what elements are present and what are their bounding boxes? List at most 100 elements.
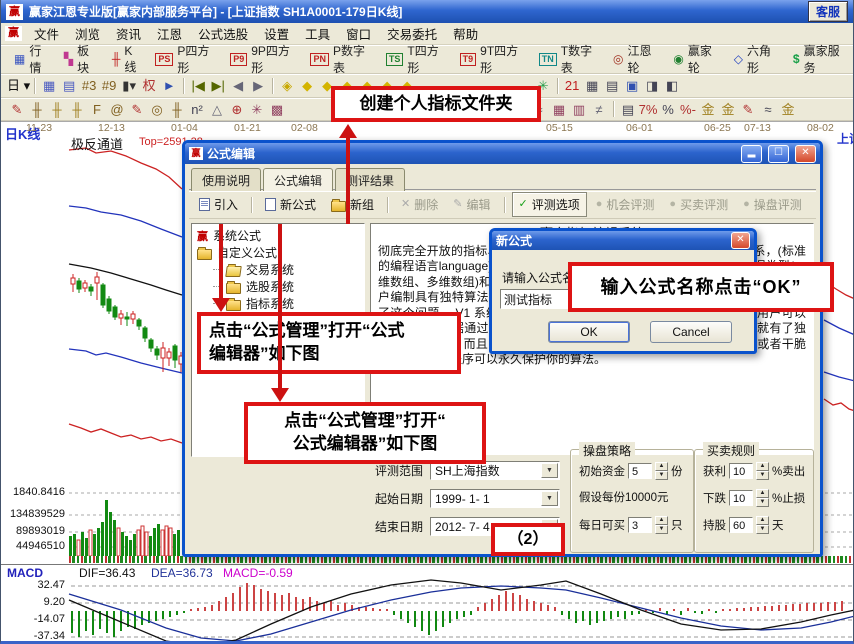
tb2-icon-16[interactable]: ◆ [297,76,317,95]
rules-group-value-1[interactable]: 10 [729,490,753,506]
maximize-button[interactable]: ☐ [768,145,789,163]
tb3-icon-29[interactable]: 金 [778,100,798,119]
rules-group-value-2[interactable]: 60 [729,517,753,533]
tb2-icon-12[interactable]: ◀ [228,76,248,95]
combo-1[interactable]: 1999- 1- 1▼ [430,489,560,508]
tb3-icon-24[interactable]: %- [678,100,698,119]
tb1-item-0[interactable]: ▦行情 [9,40,56,78]
tb1-icon-5: PN [310,53,329,66]
tb3-icon-4[interactable]: F [87,100,107,119]
tb2-icon-4[interactable]: #3 [79,76,99,95]
tb2-icon-8[interactable]: ► [159,76,179,95]
tb1-icon-0: ▦ [14,52,25,66]
tb1-item-3[interactable]: PSP四方形 [150,40,222,78]
tb2-icon-27[interactable]: ▤ [602,76,622,95]
tb3-icon-2[interactable]: ╫ [47,100,67,119]
tb3-icon-11[interactable]: ⊕ [227,100,247,119]
tb3-icon-8[interactable]: ╫ [167,100,187,119]
spinner-control[interactable]: ▲▼ [756,489,769,507]
tb2-icon-29[interactable]: ◨ [642,76,662,95]
tb2-icon-13[interactable]: ▶ [248,76,268,95]
editor-toolbar-button-1[interactable]: 新公式 [259,193,322,216]
tb3-icon-21[interactable]: ▤ [618,100,638,119]
support-button[interactable]: 客服 [808,1,848,22]
tb3-icon-17[interactable]: ▦ [549,100,569,119]
spinner-down-icon[interactable]: ▼ [756,471,769,480]
spinner-control[interactable]: ▲▼ [756,462,769,480]
tb3-icon-5[interactable]: @ [107,100,127,119]
spinner-up-icon[interactable]: ▲ [756,489,769,498]
spinner-up-icon[interactable]: ▲ [655,516,668,525]
tb3-icon-18[interactable]: ▥ [569,100,589,119]
spinner-up-icon[interactable]: ▲ [756,462,769,471]
tb2-icon-5[interactable]: #9 [99,76,119,95]
tb2-icon-26[interactable]: ▦ [582,76,602,95]
close-icon[interactable]: ✕ [731,232,750,249]
tb1-item-8[interactable]: TNT数字表 [534,40,605,78]
editor-toolbar-button-2[interactable]: 新组 [325,193,380,216]
tb3-icon-26[interactable]: 金 [718,100,738,119]
minimize-button[interactable]: ▂ [741,145,762,163]
spinner-down-icon[interactable]: ▼ [655,525,668,534]
spinner-up-icon[interactable]: ▲ [756,516,769,525]
tb2-icon-0[interactable]: 日 ▾ [7,76,30,95]
tb1-item-6[interactable]: TST四方形 [381,40,452,78]
spinner-control[interactable]: ▲▼ [655,462,668,480]
tb3-icon-6[interactable]: ✎ [127,100,147,119]
close-icon[interactable]: ✕ [795,145,816,163]
dialog-titlebar[interactable]: 新公式 ✕ [492,231,754,250]
tb1-item-5[interactable]: PNP数字表 [305,40,377,78]
tb3-icon-3[interactable]: ╫ [67,100,87,119]
tb3-icon-19[interactable]: ≠ [589,100,609,119]
editor-toolbar-disabled-button-8: ●操盘评测 [737,193,808,216]
tb3-icon-22[interactable]: 7% [638,100,658,119]
tb1-item-2[interactable]: ╫K线 [107,42,148,77]
tb2-icon-25[interactable]: 21 [562,76,582,95]
tb2-icon-3[interactable]: ▤ [59,76,79,95]
tb3-icon-0[interactable]: ✎ [7,100,27,119]
ok-button[interactable]: OK [548,321,630,343]
tb3-icon-23[interactable]: % [658,100,678,119]
annotation-line: 公式编辑器”如下图 [248,433,482,456]
dialog-titlebar[interactable]: 赢 公式编辑 ▂ ☐ ✕ [185,143,820,164]
spinner-down-icon[interactable]: ▼ [756,498,769,507]
tb1-item-4[interactable]: P99P四方形 [225,40,302,78]
tb2-icon-7[interactable]: 权 [139,76,159,95]
spinner-up-icon[interactable]: ▲ [655,462,668,471]
editor-toolbar-button-5[interactable]: ✓评测选项 [512,192,587,217]
tb3-icon-7[interactable]: ◎ [147,100,167,119]
tb1-item-1[interactable]: ▚板块 [59,40,104,78]
tb2-icon-30[interactable]: ◧ [662,76,682,95]
tb1-item-10[interactable]: ◉赢家轮 [668,40,725,78]
tb2-icon-15[interactable]: ◈ [277,76,297,95]
spinner-down-icon[interactable]: ▼ [756,525,769,534]
tab-1[interactable]: 公式编辑 [263,168,333,191]
tb3-icon-12[interactable]: ✳ [247,100,267,119]
dialog-logo-icon: 赢 [189,147,203,160]
spinner-control[interactable]: ▲▼ [655,516,668,534]
tb1-item-7[interactable]: T99T四方形 [455,40,531,78]
rules-group-value-0[interactable]: 10 [729,463,753,479]
tab-0[interactable]: 使用说明 [191,168,261,191]
tb1-item-9[interactable]: ◎江恩轮 [608,40,665,78]
tb3-icon-13[interactable]: ▩ [267,100,287,119]
editor-toolbar-button-0[interactable]: 引入 [193,193,244,216]
spinner-down-icon[interactable]: ▼ [655,471,668,480]
tb3-icon-1[interactable]: ╫ [27,100,47,119]
tb2-icon-2[interactable]: ▦ [39,76,59,95]
tb3-icon-25[interactable]: 金 [698,100,718,119]
tb3-icon-27[interactable]: ✎ [738,100,758,119]
tb2-icon-11[interactable]: ▶| [208,76,228,95]
tb1-item-11[interactable]: ◇六角形 [729,40,785,78]
tb3-icon-9[interactable]: n² [187,100,207,119]
tb1-item-12[interactable]: $赢家服务 [788,40,853,78]
tb2-icon-28[interactable]: ▣ [622,76,642,95]
tb3-icon-28[interactable]: ≈ [758,100,778,119]
tb2-icon-10[interactable]: |◀ [188,76,208,95]
strategy-group-value-0[interactable]: 5 [628,463,652,479]
cancel-button[interactable]: Cancel [650,321,732,343]
tb3-icon-10[interactable]: △ [207,100,227,119]
strategy-group-value-2[interactable]: 3 [628,517,652,533]
tb2-icon-6[interactable]: ▮▾ [119,76,139,95]
spinner-control[interactable]: ▲▼ [756,516,769,534]
